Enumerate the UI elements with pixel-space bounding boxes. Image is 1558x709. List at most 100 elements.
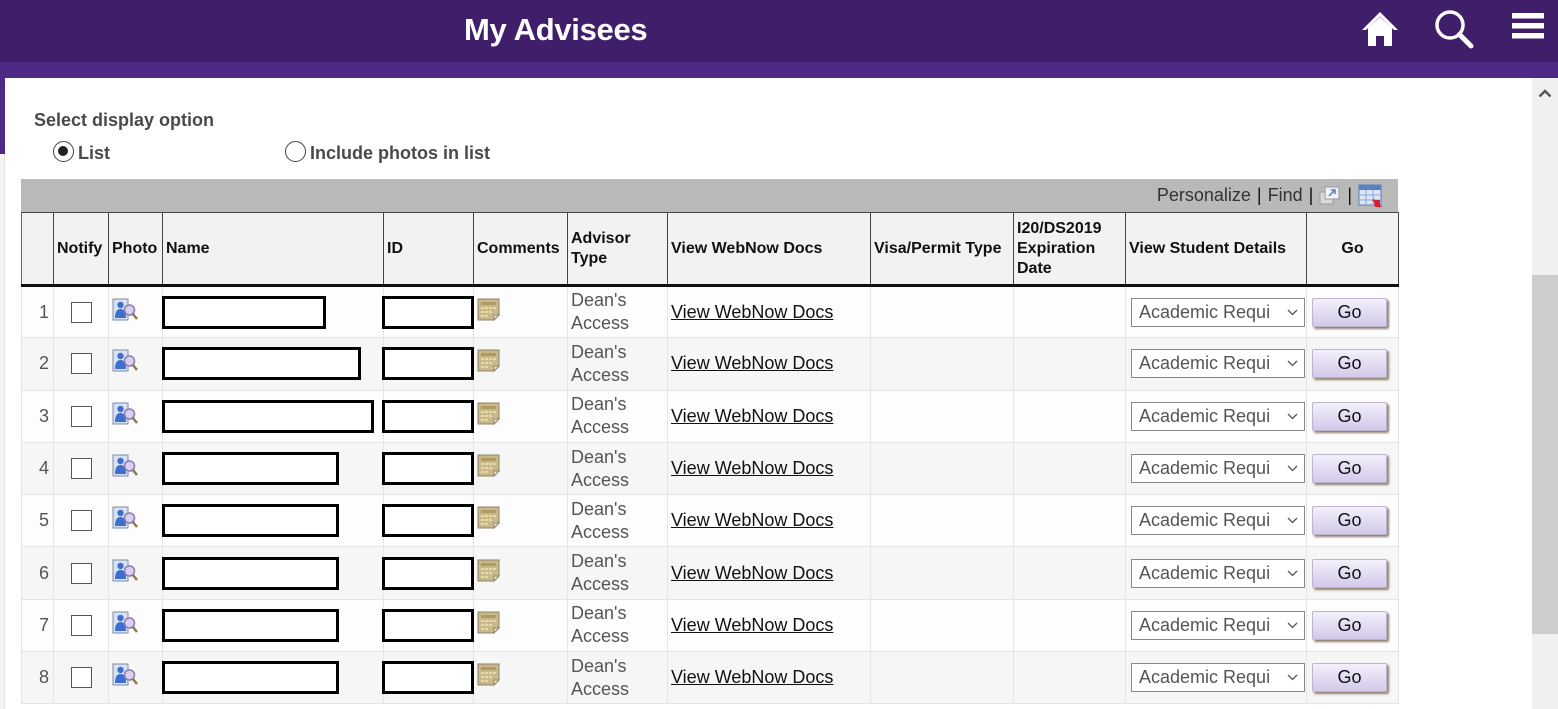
webnow-cell: View WebNow Docs: [667, 285, 871, 339]
view-photo-icon[interactable]: [112, 349, 159, 378]
radio-photos-option[interactable]: Include photos in list: [285, 138, 490, 164]
visa-permit-type: [870, 285, 1014, 339]
webnow-cell: View WebNow Docs: [667, 442, 871, 496]
notify-checkbox[interactable]: [70, 458, 92, 480]
radio-include-photos[interactable]: [285, 140, 306, 162]
student-details-select[interactable]: Academic Requi: [1131, 349, 1305, 379]
radio-list-option[interactable]: List: [53, 138, 110, 164]
row-number: 2: [21, 337, 54, 391]
view-webnow-docs-link[interactable]: View WebNow Docs: [671, 302, 833, 322]
comments-icon[interactable]: [477, 506, 564, 535]
go-button[interactable]: Go: [1312, 663, 1387, 693]
comments-icon[interactable]: [477, 298, 564, 327]
name-value[interactable]: [162, 661, 339, 695]
table-header-row: Notify Photo Name ID Comments Advisor Typ…: [21, 212, 1399, 287]
row-number: 6: [21, 546, 54, 600]
webnow-cell: View WebNow Docs: [667, 390, 871, 443]
row-number: 8: [21, 651, 54, 705]
name-value[interactable]: [162, 504, 339, 538]
id-value: [382, 608, 474, 642]
name-value[interactable]: [162, 556, 339, 590]
go-button[interactable]: Go: [1312, 349, 1387, 379]
comments-cell: [473, 546, 568, 600]
student-details-select[interactable]: Academic Requi: [1131, 401, 1305, 431]
notify-checkbox[interactable]: [70, 562, 92, 584]
column-header-student-details: View Student Details: [1125, 212, 1307, 287]
new-window-icon[interactable]: [1319, 186, 1341, 206]
view-photo-icon[interactable]: [112, 663, 159, 692]
view-webnow-docs-link[interactable]: View WebNow Docs: [671, 510, 833, 530]
column-header-id[interactable]: ID: [383, 212, 474, 287]
student-details-select[interactable]: Academic Requi: [1131, 663, 1305, 693]
find-link[interactable]: Find: [1268, 185, 1303, 206]
view-webnow-docs-link[interactable]: View WebNow Docs: [671, 615, 833, 635]
go-button[interactable]: Go: [1312, 558, 1387, 588]
student-details-select[interactable]: Academic Requi: [1131, 454, 1305, 484]
name-cell: [162, 494, 384, 548]
student-details-value: Academic Requi: [1139, 301, 1271, 322]
vertical-scrollbar[interactable]: [1532, 78, 1558, 709]
expiration-date: [1013, 546, 1126, 600]
comments-icon[interactable]: [477, 454, 564, 483]
advisor-type: Dean's Access: [567, 285, 668, 339]
comments-icon[interactable]: [477, 611, 564, 640]
go-button[interactable]: Go: [1312, 297, 1387, 327]
notify-cell: [53, 337, 109, 391]
expiration-date: [1013, 337, 1126, 391]
name-value[interactable]: [162, 347, 361, 381]
expiration-date: [1013, 651, 1126, 705]
go-button[interactable]: Go: [1312, 454, 1387, 484]
home-icon[interactable]: [1360, 8, 1400, 53]
view-photo-icon[interactable]: [112, 402, 159, 431]
view-photo-icon[interactable]: [112, 506, 159, 535]
notify-checkbox[interactable]: [70, 301, 92, 323]
notify-checkbox[interactable]: [70, 353, 92, 375]
column-header-visa[interactable]: Visa/Permit Type: [870, 212, 1014, 287]
view-photo-icon[interactable]: [112, 559, 159, 588]
personalize-link[interactable]: Personalize: [1157, 185, 1251, 206]
comments-icon[interactable]: [477, 402, 564, 431]
notify-checkbox[interactable]: [70, 405, 92, 427]
scroll-up-button[interactable]: [1532, 80, 1558, 106]
scrollbar-thumb[interactable]: [1532, 275, 1558, 634]
student-details-select[interactable]: Academic Requi: [1131, 610, 1305, 640]
notify-checkbox[interactable]: [70, 614, 92, 636]
view-photo-icon[interactable]: [112, 454, 159, 483]
student-details-select[interactable]: Academic Requi: [1131, 558, 1305, 588]
student-details-select[interactable]: Academic Requi: [1131, 297, 1305, 327]
column-header-name[interactable]: Name: [162, 212, 384, 287]
student-details-select[interactable]: Academic Requi: [1131, 506, 1305, 536]
notify-checkbox[interactable]: [70, 667, 92, 689]
view-webnow-docs-link[interactable]: View WebNow Docs: [671, 563, 833, 583]
search-icon[interactable]: [1433, 8, 1475, 55]
go-button[interactable]: Go: [1312, 401, 1387, 431]
menu-icon[interactable]: [1510, 8, 1546, 49]
name-value[interactable]: [162, 608, 339, 642]
view-photo-icon[interactable]: [112, 611, 159, 640]
column-header-advisor-type[interactable]: Advisor Type: [567, 212, 668, 287]
view-webnow-docs-link[interactable]: View WebNow Docs: [671, 458, 833, 478]
view-webnow-docs-link[interactable]: View WebNow Docs: [671, 353, 833, 373]
go-button[interactable]: Go: [1312, 610, 1387, 640]
photo-cell: [108, 546, 163, 600]
column-header-expiration[interactable]: I20/DS2019 Expiration Date: [1013, 212, 1126, 287]
view-webnow-docs-link[interactable]: View WebNow Docs: [671, 406, 833, 426]
name-value[interactable]: [162, 452, 339, 486]
view-photo-icon[interactable]: [112, 298, 159, 327]
name-value[interactable]: [162, 399, 374, 433]
download-spreadsheet-icon[interactable]: [1358, 184, 1384, 208]
name-value[interactable]: [162, 295, 326, 329]
comments-icon[interactable]: [477, 663, 564, 692]
comments-icon[interactable]: [477, 349, 564, 378]
radio-list[interactable]: [53, 140, 74, 162]
name-cell: [162, 599, 384, 653]
notify-checkbox[interactable]: [70, 510, 92, 532]
comments-icon[interactable]: [477, 559, 564, 588]
go-cell: Go: [1306, 285, 1399, 339]
left-edge: [0, 78, 5, 154]
visa-permit-type: [870, 546, 1014, 600]
view-webnow-docs-link[interactable]: View WebNow Docs: [671, 667, 833, 687]
chevron-down-icon: [1287, 674, 1298, 681]
go-button[interactable]: Go: [1312, 506, 1387, 536]
table-row: 5 Dean's Access View WebNow Docs Academi…: [21, 494, 1399, 548]
